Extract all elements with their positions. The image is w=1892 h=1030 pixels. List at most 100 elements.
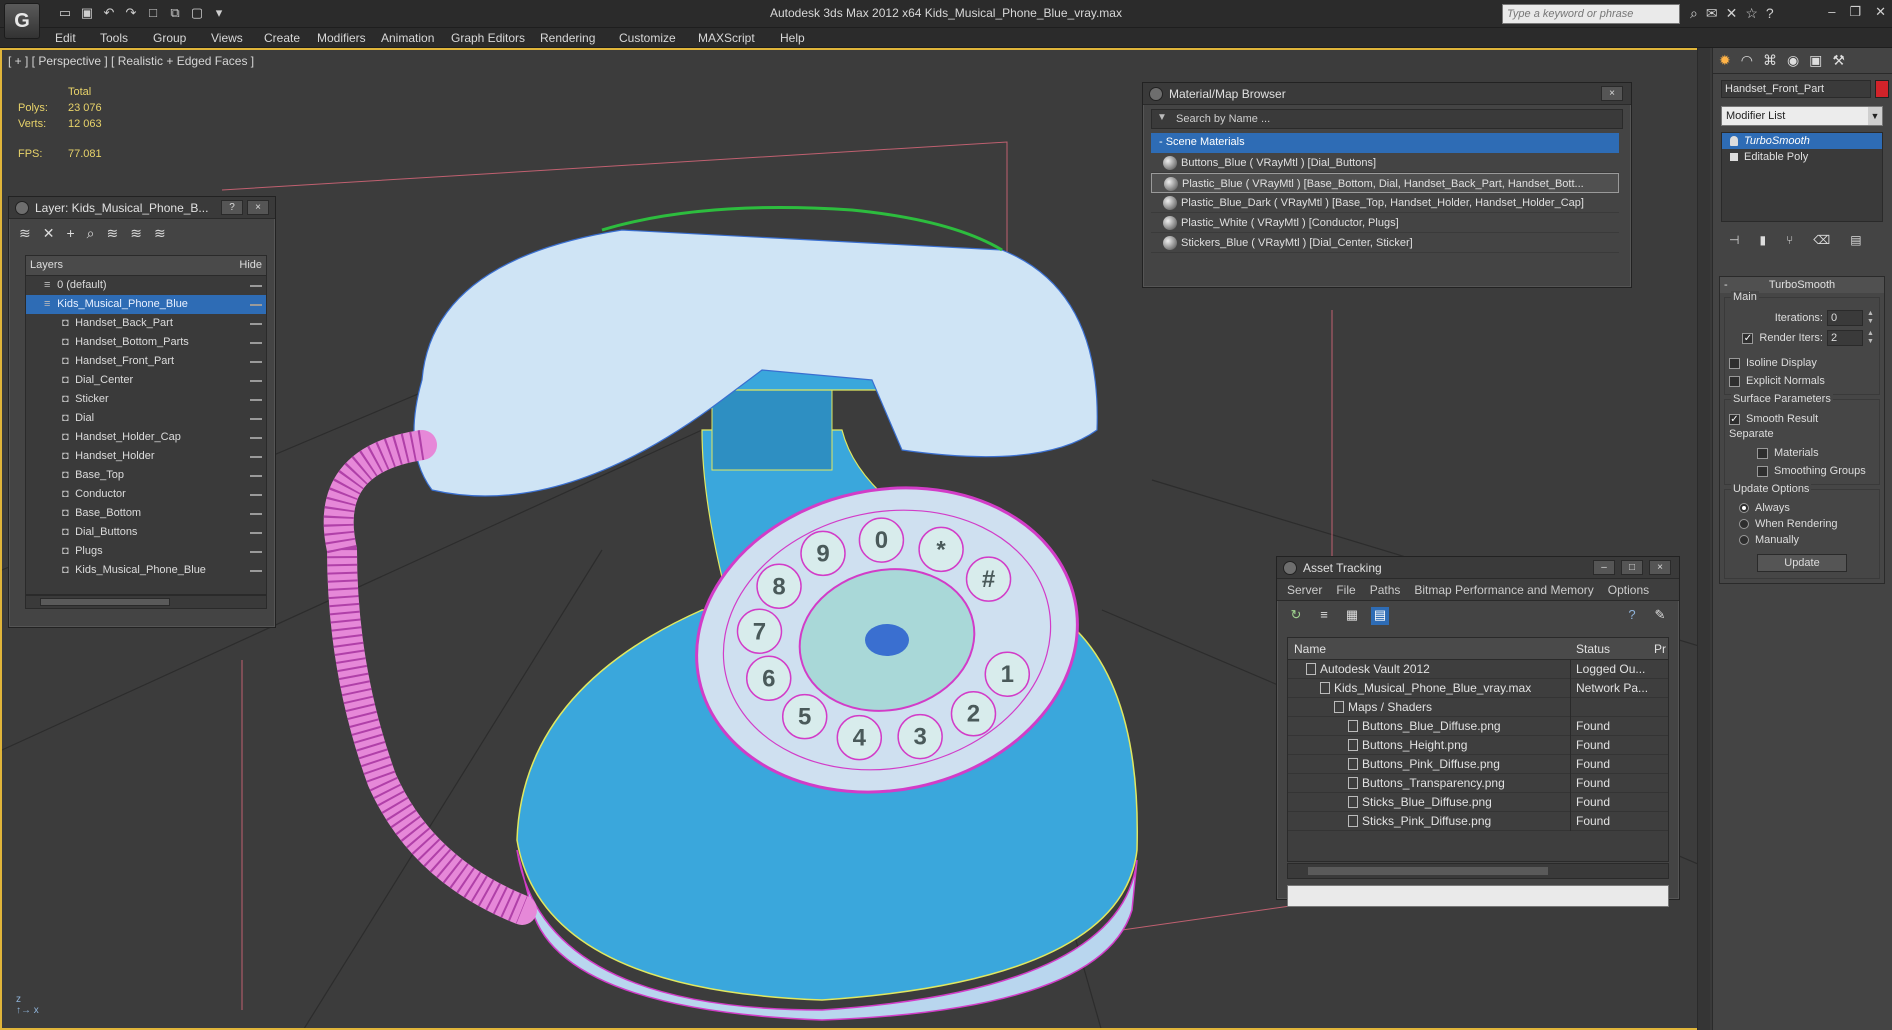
menu-rendering[interactable]: Rendering <box>540 31 595 45</box>
refresh-icon[interactable]: ↻ <box>1287 607 1305 625</box>
asset-row[interactable]: Sticks_Pink_Diffuse.png Found <box>1288 812 1668 831</box>
isoline-display-option[interactable]: Isoline Display <box>1729 354 1875 372</box>
layer-row[interactable]: ◘ Base_Bottom <box>26 504 266 523</box>
hide-toggle[interactable] <box>250 323 262 325</box>
asset-horizontal-scrollbar[interactable] <box>1287 863 1669 879</box>
layer-horizontal-scrollbar[interactable] <box>25 595 267 609</box>
smooth-result-option[interactable]: ✓ Smooth Result <box>1729 410 1875 428</box>
layers-column-header[interactable]: Layers <box>30 259 63 272</box>
hide-column-header[interactable]: Hide <box>239 259 262 272</box>
layer-row[interactable]: ◘ Kids_Musical_Phone_Blue <box>26 561 266 580</box>
material-row[interactable]: Buttons_Blue ( VRayMtl ) [Dial_Buttons] <box>1151 153 1619 173</box>
layer-row[interactable]: ◘ Handset_Holder <box>26 447 266 466</box>
scene-materials-section[interactable]: - Scene Materials <box>1151 133 1619 153</box>
remove-modifier-icon[interactable]: ⌫ <box>1813 233 1830 249</box>
always-radio[interactable] <box>1739 503 1749 513</box>
show-end-result-icon[interactable]: ▮ <box>1759 233 1766 249</box>
menu-modifiers[interactable]: Modifiers <box>317 31 366 45</box>
stack-item-editable-poly[interactable]: Editable Poly <box>1722 149 1882 165</box>
stack-item-turbosmooth[interactable]: TurboSmooth <box>1722 133 1882 149</box>
new-scene-icon[interactable]: □ <box>144 4 162 22</box>
asset-row[interactable]: Sticks_Blue_Diffuse.png Found <box>1288 793 1668 812</box>
name-column-header[interactable]: Name <box>1294 642 1326 656</box>
menu-bitmap-performance[interactable]: Bitmap Performance and Memory <box>1414 583 1593 597</box>
asset-row[interactable]: Kids_Musical_Phone_Blue_vray.max Network … <box>1288 679 1668 698</box>
menu-maxscript[interactable]: MAXScript <box>698 31 755 45</box>
delete-layer-icon[interactable]: ✕ <box>43 225 55 243</box>
hierarchy-tab-icon[interactable]: ⌘ <box>1763 52 1777 69</box>
menu-options[interactable]: Options <box>1608 583 1649 597</box>
asset-row[interactable]: Buttons_Height.png Found <box>1288 736 1668 755</box>
menu-animation[interactable]: Animation <box>381 31 434 45</box>
hide-toggle[interactable] <box>250 380 262 382</box>
hide-toggle[interactable] <box>250 418 262 420</box>
close-icon[interactable]: ✕ <box>1875 4 1886 20</box>
project-folder-icon[interactable]: ▢ <box>188 4 206 22</box>
help-button[interactable]: ? <box>221 200 243 215</box>
hide-toggle[interactable] <box>250 285 262 287</box>
hide-toggle[interactable] <box>250 361 262 363</box>
light-bulb-icon[interactable] <box>1730 136 1738 146</box>
hide-all-icon[interactable]: ≋ <box>130 225 142 243</box>
hide-toggle[interactable] <box>250 513 262 515</box>
material-row[interactable]: Stickers_Blue ( VRayMtl ) [Dial_Center, … <box>1151 233 1619 253</box>
manually-radio[interactable] <box>1739 535 1749 545</box>
favorites-icon[interactable]: ☆ <box>1745 5 1758 22</box>
modify-tab-icon[interactable]: ◠ <box>1741 52 1753 69</box>
hide-toggle[interactable] <box>250 304 262 306</box>
table-view-icon[interactable]: ▤ <box>1371 607 1389 625</box>
close-button[interactable]: × <box>1601 86 1623 101</box>
layer-row[interactable]: ◘ Handset_Holder_Cap <box>26 428 266 447</box>
menu-graph-editors[interactable]: Graph Editors <box>451 31 525 45</box>
smooth-result-checkbox[interactable]: ✓ <box>1729 413 1740 425</box>
object-name-field[interactable]: Handset_Front_Part <box>1721 80 1871 98</box>
motion-tab-icon[interactable]: ◉ <box>1787 52 1799 69</box>
create-tab-icon[interactable]: ✹ <box>1719 52 1731 69</box>
render-iters-spinner[interactable]: 2 <box>1827 330 1863 346</box>
hide-toggle[interactable] <box>250 437 262 439</box>
scrollbar-thumb[interactable] <box>1308 867 1548 875</box>
search-input[interactable]: Type a keyword or phrase <box>1502 4 1680 24</box>
hide-toggle[interactable] <box>250 342 262 344</box>
layer-row[interactable]: ◘ Base_Top <box>26 466 266 485</box>
layer-row[interactable]: ◘ Sticker <box>26 390 266 409</box>
menu-edit[interactable]: Edit <box>55 31 76 45</box>
iterations-spinner[interactable]: 0 <box>1827 310 1863 326</box>
hide-toggle[interactable] <box>250 456 262 458</box>
hide-toggle[interactable] <box>250 551 262 553</box>
update-button[interactable]: Update <box>1757 554 1847 572</box>
asset-tracking-title[interactable]: Asset Tracking – □ × <box>1277 557 1679 579</box>
add-selection-icon[interactable]: + <box>66 225 74 243</box>
isoline-checkbox[interactable] <box>1729 357 1740 369</box>
new-layer-icon[interactable]: ≋ <box>19 225 31 243</box>
update-always-option[interactable]: Always <box>1729 500 1875 516</box>
asset-row[interactable]: Autodesk Vault 2012 Logged Ou... <box>1288 660 1668 679</box>
extra-column-header[interactable]: Pr <box>1654 642 1666 656</box>
asset-row[interactable]: Maps / Shaders <box>1288 698 1668 717</box>
save-icon[interactable]: ▣ <box>78 4 96 22</box>
communication-icon[interactable]: ✉ <box>1706 5 1718 22</box>
hide-toggle[interactable] <box>250 494 262 496</box>
explicit-normals-option[interactable]: Explicit Normals <box>1729 372 1875 390</box>
dropdown-icon[interactable]: ▾ <box>210 4 228 22</box>
layer-row[interactable]: ◘ Handset_Back_Part <box>26 314 266 333</box>
hide-toggle[interactable] <box>250 532 262 534</box>
layer-row[interactable]: ◘ Dial_Buttons <box>26 523 266 542</box>
menu-tools[interactable]: Tools <box>100 31 128 45</box>
render-iters-checkbox[interactable]: ✓ <box>1742 332 1754 344</box>
redo-icon[interactable]: ↷ <box>122 4 140 22</box>
display-tab-icon[interactable]: ▣ <box>1809 52 1822 69</box>
app-menu-button[interactable]: G <box>4 3 40 39</box>
status-column-header[interactable]: Status <box>1576 642 1610 656</box>
smoothing-groups-checkbox[interactable] <box>1757 465 1768 477</box>
freeze-all-icon[interactable]: ≋ <box>154 225 166 243</box>
explicit-normals-checkbox[interactable] <box>1729 375 1740 387</box>
search-options-icon[interactable]: ▼ <box>1157 112 1167 123</box>
layer-row[interactable]: ◘ Plugs <box>26 542 266 561</box>
layer-row[interactable]: ◘ Dial <box>26 409 266 428</box>
layer-row[interactable]: ◘ Dial_Center <box>26 371 266 390</box>
separate-smoothing-groups-option[interactable]: Smoothing Groups <box>1729 462 1875 480</box>
update-manually-option[interactable]: Manually <box>1729 532 1875 548</box>
object-color-swatch[interactable] <box>1875 80 1889 98</box>
help-icon[interactable]: ? <box>1623 607 1641 625</box>
